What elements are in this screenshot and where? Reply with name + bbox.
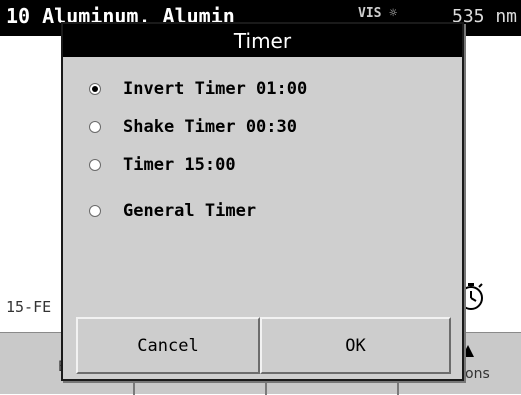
ok-button[interactable]: OK	[260, 317, 451, 374]
radio-button-icon[interactable]	[89, 205, 101, 217]
date-text: 15-FE	[6, 298, 52, 316]
option-label: Shake Timer 00:30	[123, 117, 297, 137]
option-invert-timer[interactable]: Invert Timer 01:00	[89, 76, 307, 102]
option-general-timer[interactable]: General Timer	[89, 198, 256, 224]
option-label: Invert Timer 01:00	[123, 79, 308, 99]
option-label: Timer 15:00	[123, 155, 236, 175]
options-button-label: ons	[465, 366, 490, 382]
option-shake-timer[interactable]: Shake Timer 00:30	[89, 114, 297, 140]
lamp-status: VIS ☼	[358, 6, 398, 21]
radio-button-icon[interactable]	[89, 159, 101, 171]
radio-button-icon[interactable]	[89, 83, 101, 95]
option-label: General Timer	[123, 201, 257, 221]
radio-button-icon[interactable]	[89, 121, 101, 133]
timer-dialog: Timer Invert Timer 01:00 Shake Timer 00:…	[61, 22, 464, 381]
dialog-title: Timer	[63, 24, 462, 57]
option-timer-15[interactable]: Timer 15:00	[89, 152, 236, 178]
cancel-button[interactable]: Cancel	[76, 317, 260, 374]
